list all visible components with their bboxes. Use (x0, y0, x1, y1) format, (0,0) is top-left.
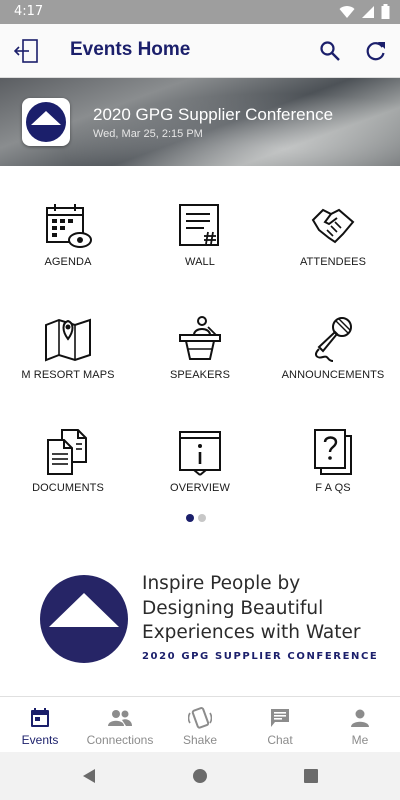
event-date: Wed, Mar 25, 2:15 PM (93, 128, 203, 140)
brand-tagline: Inspire People by Designing Beautiful Ex… (142, 572, 382, 646)
tile-label-documents: DOCUMENTS (32, 482, 104, 494)
tile-label-wall: WALL (185, 256, 215, 268)
nav-item-shake[interactable]: Shake (160, 697, 240, 752)
exit-icon[interactable] (14, 38, 40, 64)
page-dot-active[interactable] (186, 514, 194, 522)
event-title: 2020 GPG Supplier Conference (93, 105, 334, 124)
nav-item-chat[interactable]: Chat (240, 697, 320, 752)
page-title: Events Home (70, 39, 191, 60)
chat-bubble-icon (271, 709, 289, 727)
tile-agenda[interactable]: AGENDA (8, 202, 128, 282)
page-indicator (186, 514, 206, 522)
app-bar: Events Home (0, 24, 400, 78)
tile-speakers[interactable]: SPEAKERS (140, 315, 260, 395)
people-icon (108, 710, 132, 726)
tile-overview[interactable]: OVERVIEW (140, 428, 260, 508)
system-nav-bar (0, 752, 400, 800)
microphone-icon (315, 317, 352, 362)
event-logo (22, 98, 70, 146)
calendar-eye-icon (46, 204, 92, 248)
nav-item-me[interactable]: Me (320, 697, 400, 752)
event-banner[interactable]: 2020 GPG Supplier Conference Wed, Mar 25… (0, 78, 400, 166)
tile-label-agenda: AGENDA (44, 256, 92, 268)
tile-attendees[interactable]: ATTENDEES (273, 202, 393, 282)
documents-icon (47, 429, 87, 475)
map-pin-icon (45, 318, 91, 362)
battery-icon (381, 4, 390, 19)
nav-label-chat: Chat (267, 733, 293, 747)
tile-announcements[interactable]: ANNOUNCEMENTS (273, 315, 393, 395)
tile-label-maps: M RESORT MAPS (21, 369, 115, 381)
tile-label-speakers: SPEAKERS (169, 369, 231, 381)
podium-speaker-icon (179, 316, 221, 360)
page-dot[interactable] (198, 514, 206, 522)
handshake-icon (311, 208, 355, 244)
tagline-line-2: Designing Beautiful (142, 597, 324, 619)
question-cards-icon (314, 429, 352, 475)
tagline-line-1: Inspire People by (142, 573, 301, 594)
shake-phone-icon (188, 707, 212, 729)
person-icon (351, 709, 369, 727)
nav-label-events: Events (21, 733, 59, 747)
gpg-logo-icon (26, 102, 66, 142)
tile-wall[interactable]: WALL (140, 202, 260, 282)
nav-item-events[interactable]: Events (0, 697, 80, 752)
tile-documents[interactable]: DOCUMENTS (8, 428, 128, 508)
status-bar: 4:17 (0, 0, 400, 24)
bottom-nav: Events Connections Shake Chat Me (0, 696, 400, 752)
conference-name: 2020 GPG SUPPLIER CONFERENCE (142, 651, 379, 662)
cell-signal-icon (362, 5, 374, 18)
info-board-icon (179, 431, 221, 476)
status-icons (339, 4, 390, 19)
search-icon[interactable] (318, 39, 342, 63)
tile-label-attendees: ATTENDEES (299, 256, 367, 268)
gpg-brand-logo (40, 575, 128, 663)
home-icon[interactable] (190, 766, 210, 786)
recents-icon[interactable] (301, 766, 321, 786)
nav-label-shake: Shake (182, 733, 218, 747)
status-time: 4:17 (14, 4, 44, 19)
tile-label-announcements: ANNOUNCEMENTS (281, 369, 385, 381)
back-icon[interactable] (80, 766, 100, 786)
tile-faqs[interactable]: F A QS (273, 428, 393, 508)
tile-label-overview: OVERVIEW (170, 482, 230, 494)
nav-item-connections[interactable]: Connections (80, 697, 160, 752)
refresh-icon[interactable] (364, 39, 388, 63)
tagline-line-3: Experiences with Water (142, 622, 361, 643)
tile-label-faqs: F A QS (315, 482, 351, 494)
nav-label-connections: Connections (86, 733, 154, 747)
nav-label-me: Me (351, 733, 369, 747)
calendar-icon (31, 708, 49, 727)
wifi-icon (339, 5, 355, 18)
document-hashtag-icon (179, 204, 219, 246)
tile-maps[interactable]: M RESORT MAPS (8, 315, 128, 395)
